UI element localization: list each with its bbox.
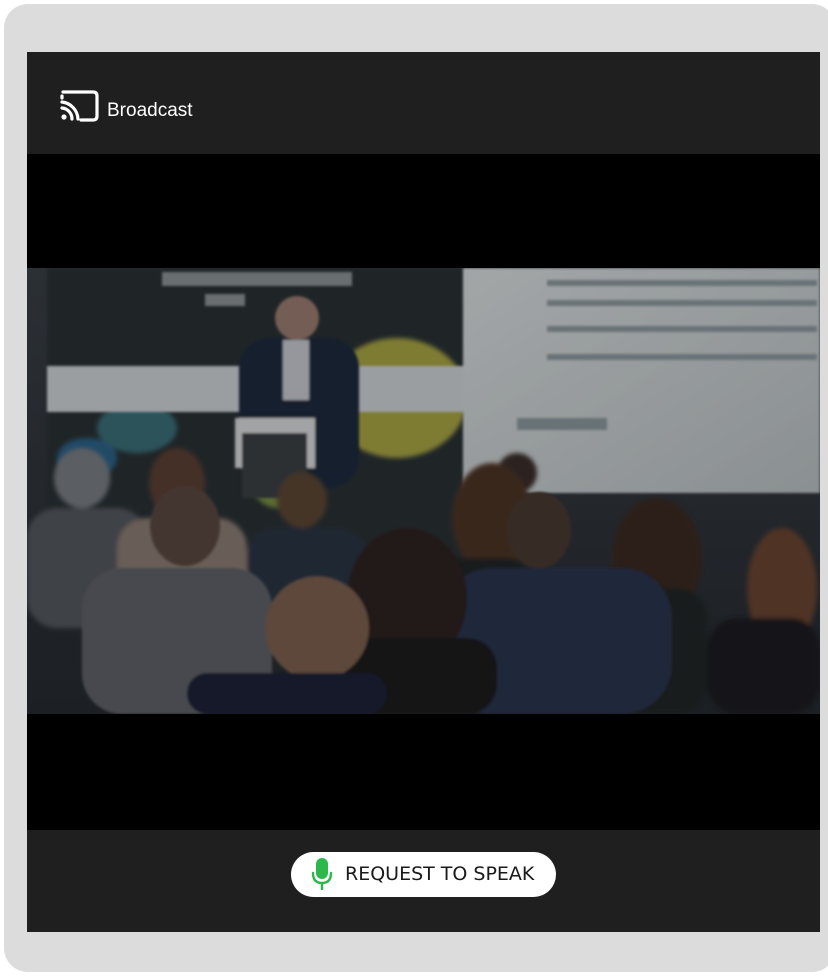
request-to-speak-label: REQUEST TO SPEAK	[345, 863, 535, 885]
cast-icon[interactable]	[59, 90, 99, 122]
device-frame: Broadcast REQUEST TO SPEAK	[4, 4, 828, 972]
conference-video-frame	[27, 268, 820, 714]
page-title: Broadcast	[107, 100, 193, 121]
broadcast-screen: Broadcast REQUEST TO SPEAK	[27, 52, 820, 932]
video-player[interactable]	[27, 154, 820, 830]
top-bar: Broadcast	[27, 52, 820, 154]
microphone-icon	[311, 858, 333, 890]
request-to-speak-button[interactable]: REQUEST TO SPEAK	[291, 852, 556, 897]
bottom-bar: REQUEST TO SPEAK	[27, 830, 820, 932]
